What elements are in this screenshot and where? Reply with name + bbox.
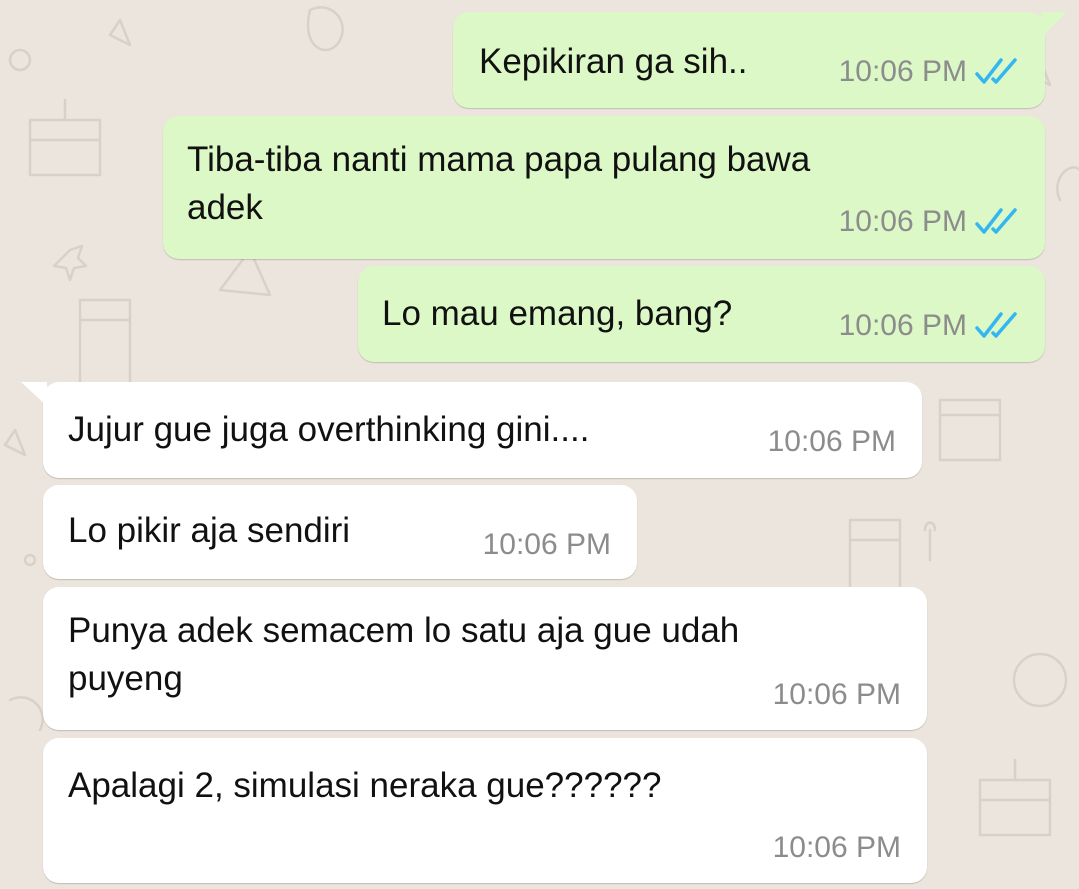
message-time: 10:06 PM xyxy=(838,205,967,238)
message-text-line: Punya adek semacem lo satu aja gue udah xyxy=(68,611,740,650)
message-text-line: Tiba-tiba nanti mama papa pulang bawa xyxy=(187,140,811,179)
message-time: 10:06 PM xyxy=(772,678,901,711)
message-bubble-incoming[interactable]: Punya adek semacem lo satu aja gue udah … xyxy=(43,587,927,730)
message-text: Jujur gue juga overthinking gini.... xyxy=(68,410,590,449)
message-time: 10:06 PM xyxy=(838,55,967,88)
message-text: Apalagi 2, simulasi neraka gue?????? xyxy=(68,766,662,805)
message-bubble-outgoing[interactable]: Kepikiran ga sih.. 10:06 PM xyxy=(453,12,1067,108)
message-time: 10:06 PM xyxy=(772,831,901,864)
message-text: Kepikiran ga sih.. xyxy=(479,42,748,81)
message-meta: 10:06 PM xyxy=(839,54,1021,90)
message-bubble-incoming[interactable]: Lo pikir aja sendiri 10:06 PM xyxy=(43,485,637,579)
double-check-read-icon xyxy=(975,58,1017,84)
bubble-tail xyxy=(21,382,47,406)
message-bubble-outgoing[interactable]: Lo mau emang, bang? 10:06 PM xyxy=(358,266,1045,362)
message-bubble-outgoing[interactable]: Tiba-tiba nanti mama papa pulang bawa ad… xyxy=(163,116,1045,259)
message-meta: 10:06 PM xyxy=(839,204,1021,240)
message-meta: 10:06 PM xyxy=(768,424,896,460)
message-time: 10:06 PM xyxy=(767,425,896,458)
double-check-read-icon xyxy=(975,208,1017,234)
message-time: 10:06 PM xyxy=(838,309,967,342)
message-text-line: puyeng xyxy=(68,659,183,698)
bubble-tail xyxy=(1041,12,1067,36)
message-text-line: adek xyxy=(187,188,263,227)
message-meta: 10:06 PM xyxy=(773,677,901,713)
message-text: Lo mau emang, bang? xyxy=(382,294,733,333)
message-meta: 10:06 PM xyxy=(483,527,611,563)
message-text: Lo pikir aja sendiri xyxy=(68,511,351,550)
message-time: 10:06 PM xyxy=(482,528,611,561)
double-check-read-icon xyxy=(975,312,1017,338)
message-meta: 10:06 PM xyxy=(773,830,901,866)
cake-doodle-icon xyxy=(28,98,102,177)
message-bubble-incoming[interactable]: Apalagi 2, simulasi neraka gue?????? 10:… xyxy=(43,738,927,883)
message-meta: 10:06 PM xyxy=(839,308,1021,344)
message-bubble-incoming[interactable]: Jujur gue juga overthinking gini.... 10:… xyxy=(21,382,922,478)
